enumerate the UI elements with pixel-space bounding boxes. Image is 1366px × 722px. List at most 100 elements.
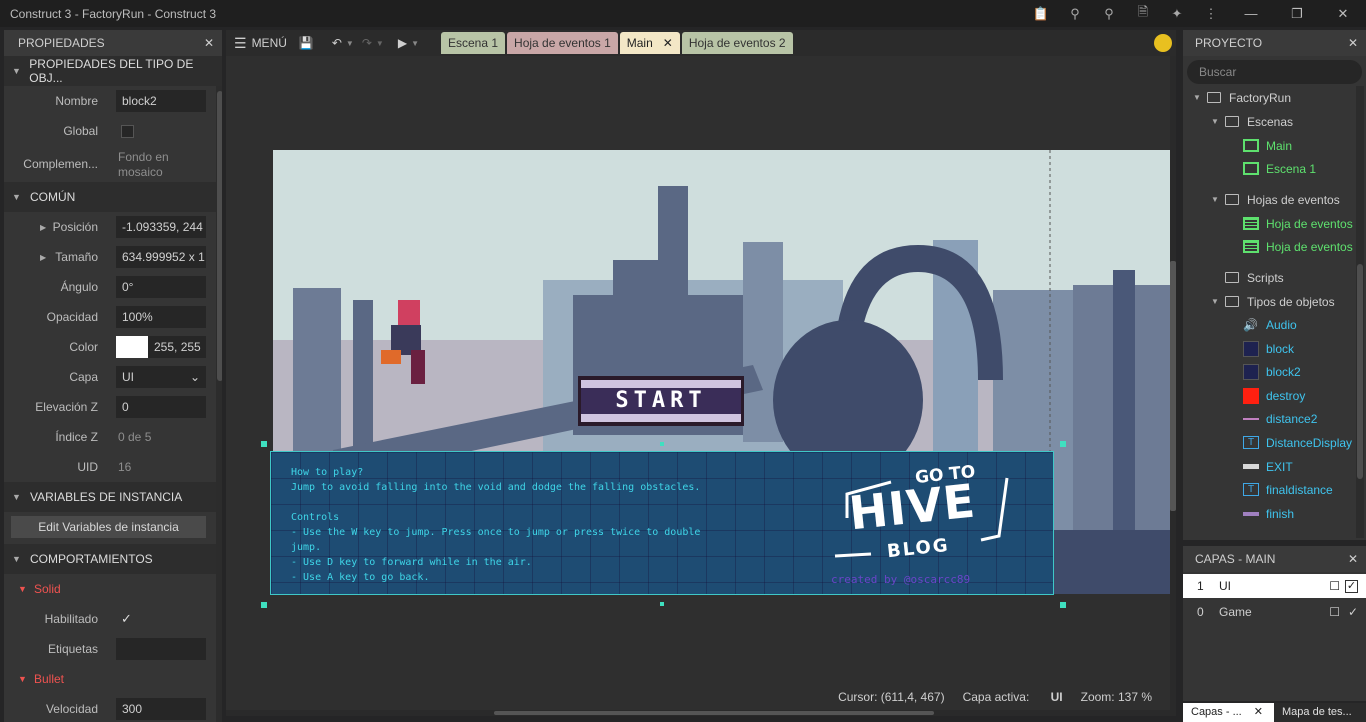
start-button-sprite[interactable]: START <box>581 387 741 415</box>
clipboard-icon[interactable]: 📋 <box>1024 6 1058 22</box>
save-icon[interactable]: 💾 <box>299 36 314 50</box>
resize-handle[interactable] <box>261 602 267 608</box>
close-tab-icon[interactable]: ✕ <box>663 36 673 50</box>
sprite-thumbnail-icon <box>1243 340 1259 357</box>
layer-row-game[interactable]: 0 Game ☐ ✓ <box>1183 600 1366 624</box>
close-icon[interactable]: ✕ <box>1348 552 1358 566</box>
tree-scenes-folder[interactable]: ▼ Escenas <box>1211 110 1293 133</box>
tree-object-distancedisplay[interactable]: T DistanceDisplay <box>1243 431 1352 454</box>
enabled-checkbox[interactable]: ✓ <box>121 611 132 627</box>
tree-object-block[interactable]: block <box>1243 337 1294 360</box>
tree-root[interactable]: ▼ FactoryRun <box>1193 86 1291 109</box>
prop-opacity: Opacidad 100% <box>4 302 222 332</box>
color-swatch[interactable] <box>116 336 148 358</box>
tree-event-sheet[interactable]: Hoja de eventos <box>1243 212 1353 235</box>
resize-handle[interactable] <box>1060 441 1066 447</box>
visibility-checkbox[interactable]: ✓ <box>1345 579 1358 593</box>
tab-main[interactable]: Main ✕ <box>619 32 680 54</box>
scrollbar-thumb[interactable] <box>217 91 222 381</box>
tree-sheets-folder[interactable]: ▼ Hojas de eventos <box>1211 188 1340 211</box>
tree-scene-main[interactable]: Main <box>1243 134 1292 157</box>
behavior-solid[interactable]: ▼ Solid <box>4 574 222 604</box>
play-icon[interactable]: ▶ <box>398 36 407 50</box>
section-common[interactable]: ▼ COMÚN <box>4 182 222 212</box>
tags-field[interactable] <box>116 638 206 660</box>
properties-scrollbar[interactable] <box>216 86 222 722</box>
search-icon[interactable]: ⚲ <box>1092 6 1126 22</box>
close-icon[interactable]: ✕ <box>204 36 214 50</box>
expand-icon[interactable]: ▶ <box>40 253 46 262</box>
file-icon[interactable]: 🗎 <box>1126 3 1160 25</box>
tab-hoja-de-eventos-2[interactable]: Hoja de eventos 2 <box>681 32 793 54</box>
more-icon[interactable]: ⋮ <box>1194 6 1228 22</box>
tree-object-distance2[interactable]: distance2 <box>1243 407 1317 430</box>
project-scrollbar[interactable] <box>1356 86 1364 538</box>
speed-field[interactable]: 300 <box>116 698 206 720</box>
project-search-input[interactable]: Buscar <box>1187 60 1362 84</box>
collapse-icon: ▼ <box>18 584 27 594</box>
tab-tilemap[interactable]: Mapa de tes... <box>1274 703 1366 722</box>
scrollbar-thumb[interactable] <box>494 711 934 715</box>
expand-icon[interactable]: ▶ <box>40 223 46 232</box>
hive-logo[interactable]: GO TO HIVE BLOG <box>831 460 1011 580</box>
redo-dropdown-icon[interactable]: ▼ <box>376 39 384 48</box>
angle-field[interactable]: 0° <box>116 276 206 298</box>
layer-row-ui[interactable]: 1 UI ☐ ✓ <box>1183 574 1366 598</box>
tree-object-types-folder[interactable]: ▼ Tipos de objetos <box>1211 290 1335 313</box>
tree-object-finaldistance[interactable]: Tfinaldistance <box>1243 478 1333 501</box>
properties-header: PROPIEDADES ✕ <box>4 30 222 56</box>
undo-dropdown-icon[interactable]: ▼ <box>346 39 354 48</box>
visibility-checkbox[interactable]: ✓ <box>1348 605 1358 619</box>
global-checkbox[interactable] <box>121 124 134 138</box>
section-instance-vars[interactable]: ▼ VARIABLES DE INSTANCIA <box>4 482 222 512</box>
redo-icon[interactable]: ↷ <box>362 36 372 50</box>
notification-icon[interactable] <box>1154 34 1172 52</box>
folder-icon <box>1225 296 1239 307</box>
credit-text: created by @oscarcc89 <box>831 573 971 586</box>
tree-object-exit[interactable]: EXIT <box>1243 455 1293 478</box>
close-tab-icon[interactable]: ✕ <box>1254 706 1263 718</box>
tree-object-destroy[interactable]: destroy <box>1243 384 1305 407</box>
tree-object-finish[interactable]: finish <box>1243 502 1294 525</box>
tab-hoja-de-eventos-1[interactable]: Hoja de eventos 1 <box>507 32 618 54</box>
tree-object-audio[interactable]: 🔊 Audio <box>1243 313 1297 336</box>
vertical-scrollbar[interactable] <box>1170 56 1176 716</box>
close-window-icon[interactable]: ✕ <box>1320 6 1366 22</box>
edit-instance-vars-button[interactable]: Edit Variables de instancia <box>11 516 206 538</box>
undo-icon[interactable]: ↶ <box>332 36 342 50</box>
lock-icon[interactable]: ☐ <box>1329 579 1340 593</box>
resize-handle[interactable] <box>1060 602 1066 608</box>
restore-icon[interactable]: ❐ <box>1274 6 1320 22</box>
tree-scene-escena-1[interactable]: Escena 1 <box>1243 157 1316 180</box>
resize-handle[interactable] <box>660 602 664 606</box>
addon-icon[interactable]: ✦ <box>1160 6 1194 22</box>
resize-handle[interactable] <box>660 442 664 446</box>
close-icon[interactable]: ✕ <box>1348 36 1358 50</box>
play-dropdown-icon[interactable]: ▼ <box>411 39 419 48</box>
horizontal-scrollbar[interactable] <box>226 710 1170 716</box>
opacity-field[interactable]: 100% <box>116 306 206 328</box>
section-behaviors[interactable]: ▼ COMPORTAMIENTOS <box>4 544 222 574</box>
resize-handle[interactable] <box>261 441 267 447</box>
tree-event-sheet[interactable]: Hoja de eventos <box>1243 235 1353 258</box>
layer-select[interactable]: UI ⌄ <box>116 366 206 388</box>
behavior-bullet[interactable]: ▼ Bullet <box>4 664 222 694</box>
tree-object-block2[interactable]: block2 <box>1243 360 1301 383</box>
scrollbar-thumb[interactable] <box>1170 261 1176 511</box>
position-field[interactable]: -1.093359, 244 <box>116 216 206 238</box>
menu-button[interactable]: ☰ MENÚ <box>234 35 287 52</box>
size-field[interactable]: 634.999952 x 1 <box>116 246 206 268</box>
key-icon[interactable]: ⚲ <box>1058 6 1092 22</box>
name-field[interactable]: block2 <box>116 90 206 112</box>
section-object-type[interactable]: ▼ PROPIEDADES DEL TIPO DE OBJ... <box>4 56 222 86</box>
collapse-icon: ▼ <box>12 66 21 76</box>
minimize-icon[interactable]: — <box>1228 6 1274 21</box>
layout-view[interactable]: START How to play? Jump to avoid falling… <box>226 56 1176 716</box>
tree-scripts-folder[interactable]: Scripts <box>1225 266 1284 289</box>
z-elevation-field[interactable]: 0 <box>116 396 206 418</box>
tab-layers[interactable]: Capas - ... ✕ <box>1183 703 1274 722</box>
lock-icon[interactable]: ☐ <box>1329 605 1340 619</box>
scrollbar-thumb[interactable] <box>1357 264 1363 479</box>
tab-escena-1[interactable]: Escena 1 <box>440 32 506 54</box>
instructions-panel[interactable]: How to play? Jump to avoid falling into … <box>270 451 1054 595</box>
